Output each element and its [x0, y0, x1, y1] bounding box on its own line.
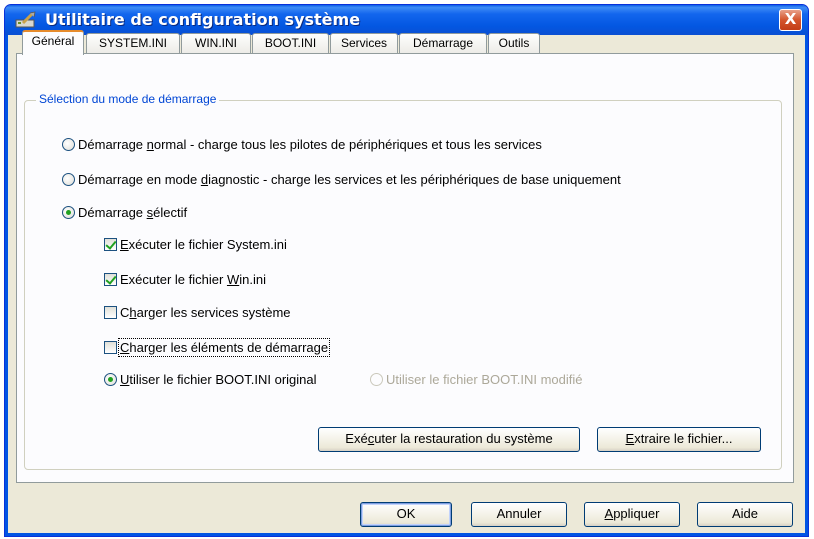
close-button[interactable]: X: [779, 9, 802, 31]
radio-normal-label: Démarrage normal - charge tous les pilot…: [78, 137, 542, 152]
apply-button[interactable]: Appliquer: [584, 502, 680, 527]
tab-system-ini[interactable]: SYSTEM.INI: [86, 33, 180, 54]
radio-boot-original[interactable]: Utiliser le fichier BOOT.INI original: [104, 372, 317, 387]
check-load-startup-items-label: Charger les éléments de démarrage: [117, 338, 331, 357]
check-load-services-label: Charger les services système: [120, 305, 291, 320]
check-win-ini-box[interactable]: [104, 273, 117, 286]
extract-file-button[interactable]: Extraire le fichier...: [597, 427, 761, 452]
radio-normal-startup[interactable]: Démarrage normal - charge tous les pilot…: [62, 137, 542, 152]
window-title: Utilitaire de configuration système: [45, 10, 361, 29]
radio-boot-modified-label: Utiliser le fichier BOOT.INI modifié: [386, 372, 583, 387]
tab-outils[interactable]: Outils: [488, 33, 540, 54]
check-win-ini[interactable]: Exécuter le fichier Win.ini: [104, 272, 266, 287]
check-system-ini[interactable]: Exécuter le fichier System.ini: [104, 237, 287, 252]
radio-normal-indicator[interactable]: [62, 138, 75, 151]
tab-services[interactable]: Services: [330, 33, 398, 54]
msconfig-app-icon: [15, 11, 36, 28]
check-load-services-box[interactable]: [104, 306, 117, 319]
radio-diagnostic-label: Démarrage en mode diagnostic - charge le…: [78, 172, 621, 187]
check-load-services[interactable]: Charger les services système: [104, 305, 291, 320]
radio-boot-modified-indicator: [370, 373, 383, 386]
system-restore-button[interactable]: Exécuter la restauration du système: [318, 427, 580, 452]
tab-win-ini[interactable]: WIN.INI: [181, 33, 251, 54]
radio-boot-original-label: Utiliser le fichier BOOT.INI original: [120, 372, 317, 387]
radio-boot-original-indicator[interactable]: [104, 373, 117, 386]
check-win-ini-label: Exécuter le fichier Win.ini: [120, 272, 266, 287]
tab-boot-ini[interactable]: BOOT.INI: [252, 33, 329, 54]
check-system-ini-label: Exécuter le fichier System.ini: [120, 237, 287, 252]
check-load-startup-items[interactable]: Charger les éléments de démarrage: [104, 338, 331, 357]
radio-diagnostic-indicator[interactable]: [62, 173, 75, 186]
radio-selective-label: Démarrage sélectif: [78, 205, 188, 220]
cancel-button[interactable]: Annuler: [471, 502, 567, 527]
radio-selective-startup[interactable]: Démarrage sélectif: [62, 205, 187, 220]
title-bar[interactable]: Utilitaire de configuration système X: [5, 5, 808, 35]
tab-demarrage[interactable]: Démarrage: [399, 33, 487, 54]
group-title: Sélection du mode de démarrage: [36, 92, 220, 106]
radio-selective-indicator[interactable]: [62, 206, 75, 219]
radio-boot-modified: Utiliser le fichier BOOT.INI modifié: [370, 372, 583, 387]
tab-general[interactable]: Général: [22, 30, 84, 55]
radio-diagnostic-startup[interactable]: Démarrage en mode diagnostic - charge le…: [62, 172, 621, 187]
help-button[interactable]: Aide: [697, 502, 793, 527]
check-load-startup-items-box[interactable]: [104, 341, 117, 354]
ok-button[interactable]: OK: [360, 502, 452, 527]
check-system-ini-box[interactable]: [104, 238, 117, 251]
